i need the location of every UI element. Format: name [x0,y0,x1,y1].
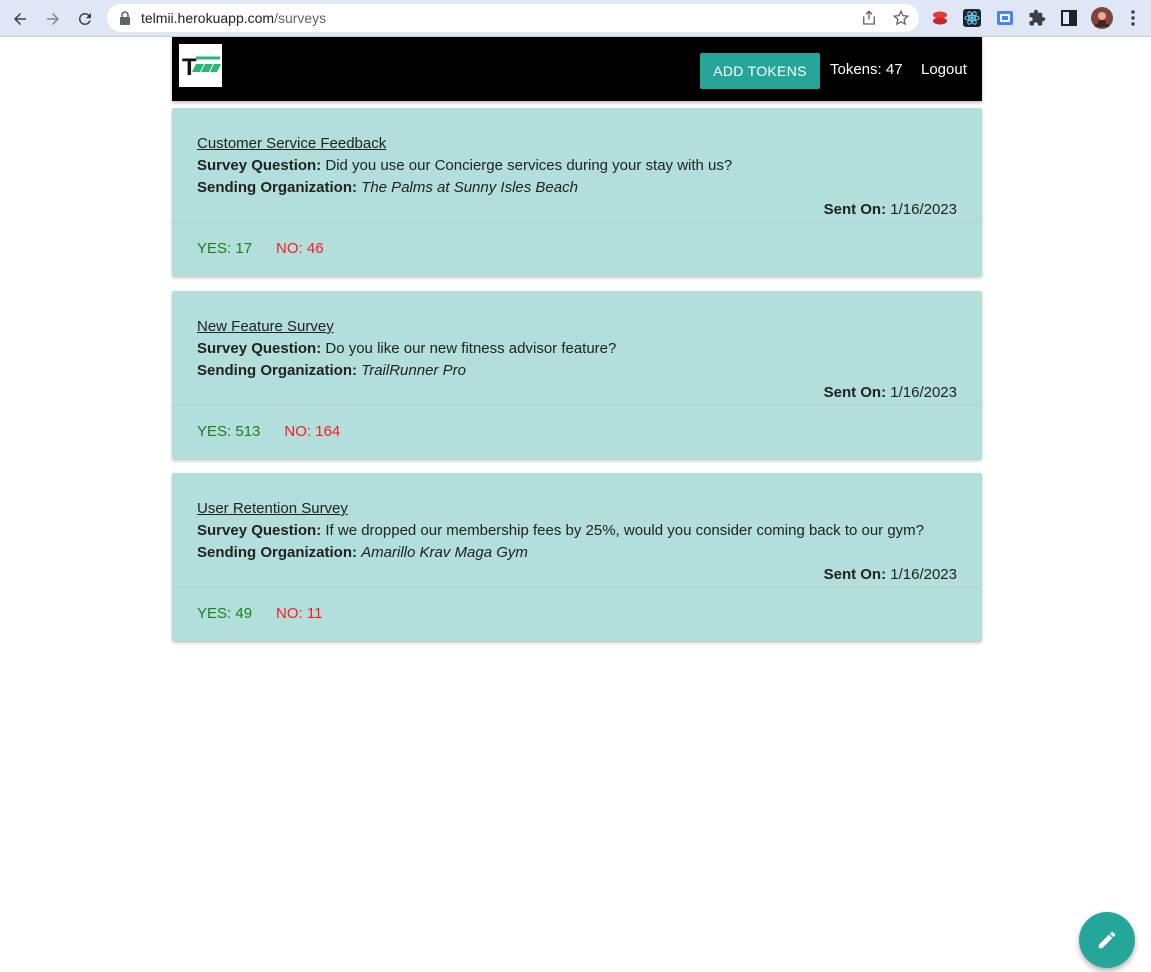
forward-arrow-icon[interactable] [40,6,66,32]
organization-label: Sending Organization: [197,179,357,196]
url-path: /surveys [274,10,327,26]
survey-organization: Sending Organization: Amarillo Krav Maga… [197,542,957,564]
survey-question: Survey Question: Did you use our Concier… [197,155,957,177]
puzzle-extensions-icon[interactable] [1028,9,1046,27]
sent-on-label: Sent On: [823,384,887,401]
sent-on-date: 1/16/2023 [890,566,957,583]
reload-icon[interactable] [72,6,98,32]
sent-on: Sent On: 1/16/2023 [197,199,957,221]
survey-title-link[interactable]: New Feature Survey [197,316,334,338]
address-bar[interactable]: telmii.herokuapp.com/surveys [107,4,919,32]
screen-capture-icon[interactable] [996,9,1014,27]
url-host: telmii.herokuapp.com [141,10,275,26]
card-content: User Retention Survey Survey Question: I… [172,473,982,587]
survey-card: Customer Service Feedback Survey Questio… [172,108,982,276]
pencil-icon [1098,931,1116,949]
sent-on-label: Sent On: [823,201,887,218]
survey-card: New Feature Survey Survey Question: Do y… [172,291,982,459]
side-panel-icon[interactable] [1060,9,1078,27]
question-label: Survey Question: [197,340,322,357]
organization-label: Sending Organization: [197,544,357,561]
logout-link[interactable]: Logout [921,61,967,78]
add-tokens-button[interactable]: ADD TOKENS [700,53,820,89]
question-text: If we dropped our membership fees by 25%… [325,522,925,539]
survey-card: User Retention Survey Survey Question: I… [172,473,982,641]
url-text: telmii.herokuapp.com/surveys [141,10,326,26]
sent-on-date: 1/16/2023 [890,201,957,218]
app-navbar: T ADD TOKENS Tokens: 47 Logout [172,37,982,101]
browser-toolbar: telmii.herokuapp.com/surveys [0,0,1151,37]
logo-mark: T [182,54,221,81]
survey-title-link[interactable]: User Retention Survey [197,498,348,520]
star-icon[interactable] [892,9,910,27]
avatar[interactable] [1091,7,1113,29]
share-icon[interactable] [860,9,878,27]
no-count: NO: 46 [276,240,324,257]
survey-organization: Sending Organization: The Palms at Sunny… [197,177,957,199]
yes-count: YES: 513 [197,423,261,440]
card-content: New Feature Survey Survey Question: Do y… [172,291,982,405]
organization-text: The Palms at Sunny Isles Beach [361,179,578,196]
organization-text: TrailRunner Pro [361,362,466,379]
yes-count: YES: 49 [197,605,253,622]
survey-question: Survey Question: If we dropped our membe… [197,520,957,542]
new-survey-fab[interactable] [1079,912,1135,968]
survey-organization: Sending Organization: TrailRunner Pro [197,360,957,382]
extension-icon[interactable] [931,9,949,27]
react-devtools-icon[interactable] [963,9,981,27]
card-action: YES: 17 NO: 46 [172,222,982,276]
yes-count: YES: 17 [197,240,253,257]
card-content: Customer Service Feedback Survey Questio… [172,108,982,222]
no-count: NO: 164 [284,423,341,440]
no-count: NO: 11 [276,605,323,622]
card-action: YES: 49 NO: 11 [172,587,982,641]
question-label: Survey Question: [197,157,322,174]
question-text: Do you like our new fitness advisor feat… [325,340,617,357]
card-action: YES: 513 NO: 164 [172,405,982,459]
survey-title-link[interactable]: Customer Service Feedback [197,133,386,155]
lock-icon [120,11,130,25]
organization-text: Amarillo Krav Maga Gym [361,544,528,561]
logo[interactable]: T [179,44,222,87]
survey-question: Survey Question: Do you like our new fit… [197,338,957,360]
sent-on-date: 1/16/2023 [890,384,957,401]
sent-on: Sent On: 1/16/2023 [197,564,957,586]
sent-on-label: Sent On: [823,566,887,583]
question-text: Did you use our Concierge services durin… [325,157,733,174]
organization-label: Sending Organization: [197,362,357,379]
sent-on: Sent On: 1/16/2023 [197,382,957,404]
tokens-count: Tokens: 47 [830,61,903,78]
question-label: Survey Question: [197,522,322,539]
kebab-menu-icon[interactable] [1125,9,1141,27]
back-arrow-icon[interactable] [7,6,33,32]
